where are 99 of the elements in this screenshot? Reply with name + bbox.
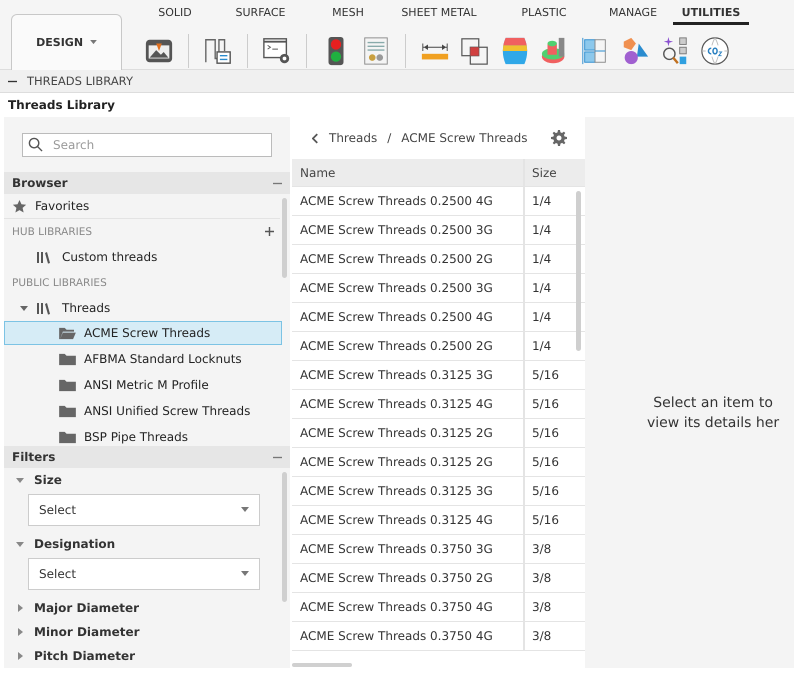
- favorites-item[interactable]: Favorites: [35, 199, 90, 213]
- panel-header-title: THREADS LIBRARY: [27, 74, 133, 88]
- filter-dropdown[interactable]: Select: [28, 494, 260, 526]
- section-title: Filters: [12, 450, 56, 464]
- table-cell-text: 1/4: [531, 251, 552, 268]
- empty-state-message: Select an item to: [653, 394, 773, 412]
- table-cell: ACME Screw Threads 0.2500 4G: [292, 303, 525, 331]
- filter-label: Designation: [34, 537, 116, 551]
- scrollbar[interactable]: [282, 472, 287, 602]
- overlapping-squares-icon[interactable]: [460, 36, 490, 66]
- table-cell: ACME Screw Threads 0.3125 3G: [292, 361, 525, 389]
- table-cell: ACME Screw Threads 0.2500 3G: [292, 216, 525, 244]
- folder-icon: [59, 404, 76, 418]
- table-cell: ACME Screw Threads 0.3750 2G: [292, 564, 525, 592]
- collapsed-caret-icon[interactable]: [16, 652, 24, 660]
- collapsed-caret-icon[interactable]: [16, 628, 24, 636]
- column-header[interactable]: Size: [525, 159, 585, 186]
- settings-icon[interactable]: [551, 130, 567, 146]
- filter-dropdown[interactable]: Select: [28, 558, 260, 590]
- table-cell-text: 3/8: [531, 541, 552, 558]
- filter-label: Size: [34, 473, 62, 487]
- table-cell-text: 5/16: [531, 454, 560, 471]
- dropdown-caret-icon: [241, 507, 249, 513]
- ribbon-tab[interactable]: SOLID: [142, 6, 208, 25]
- table-cell-text: 1/4: [531, 338, 552, 355]
- ribbon-tab[interactable]: UTILITIES: [673, 6, 749, 25]
- folder-item[interactable]: ACME Screw Threads: [4, 321, 282, 345]
- filter-label: Minor Diameter: [34, 625, 140, 639]
- table-cell-text: 5/16: [531, 396, 560, 413]
- library-group-label: HUB LIBRARIES: [12, 226, 92, 238]
- back-chevron-icon[interactable]: [312, 132, 319, 144]
- folder-icon: [59, 352, 76, 366]
- add-icon[interactable]: [265, 227, 274, 236]
- table-cell: ACME Screw Threads 0.3125 3G: [292, 477, 525, 505]
- caret-icon: [90, 40, 97, 46]
- library-icon: [36, 249, 52, 265]
- empty-state-message: view its details her: [647, 414, 780, 432]
- table-cell-text: 1/4: [531, 222, 552, 239]
- table-cell: ACME Screw Threads 0.3125 2G: [292, 419, 525, 447]
- filter-label: Pitch Diameter: [34, 649, 136, 663]
- library-item[interactable]: Custom threads: [62, 250, 158, 264]
- ribbon-tab[interactable]: MESH: [313, 6, 383, 25]
- column-header[interactable]: Name: [292, 159, 525, 186]
- breadcrumb-link[interactable]: Threads: [329, 131, 378, 145]
- table-cell: ACME Screw Threads 0.3125 4G: [292, 390, 525, 418]
- library-icon: [36, 300, 52, 316]
- scrollbar[interactable]: [292, 663, 352, 667]
- search-field[interactable]: Search: [22, 132, 272, 156]
- table-cell-text: 1/4: [531, 309, 552, 326]
- table-cell: ACME Screw Threads 0.2500 2G: [292, 245, 525, 273]
- folder-item[interactable]: ANSI Metric M Profile: [4, 373, 282, 397]
- breadcrumb-separator: /: [387, 131, 392, 145]
- table-cell-text: 3/8: [531, 599, 552, 616]
- table-cell-text: 1/4: [531, 193, 552, 210]
- folder-icon: [59, 430, 76, 444]
- filter-label: Major Diameter: [34, 601, 140, 615]
- table-cell: ACME Screw Threads 0.3125 4G: [292, 506, 525, 534]
- folder-item[interactable]: BSP Pipe Threads: [4, 425, 282, 449]
- layered-shape-icon[interactable]: [500, 36, 530, 66]
- dropdown-caret-icon: [241, 571, 249, 577]
- table-cell-text: 3/8: [531, 570, 552, 587]
- ribbon-tab[interactable]: SURFACE: [208, 6, 313, 25]
- open-folder-icon: [59, 326, 76, 340]
- workspace-dropdown[interactable]: DESIGN: [11, 14, 122, 70]
- ribbon-tab[interactable]: PLASTIC: [495, 6, 593, 25]
- table-cell: ACME Screw Threads 0.3750 3G: [292, 535, 525, 563]
- library-group-label: PUBLIC LIBRARIES: [12, 276, 107, 288]
- globe-co2-icon[interactable]: [700, 36, 730, 66]
- table-cell-text: 1/4: [531, 280, 552, 297]
- search-icon: [28, 136, 43, 152]
- table-cell-text: 5/16: [531, 483, 560, 500]
- script-icon[interactable]: [262, 36, 292, 66]
- table-cell-text: 3/8: [531, 628, 552, 645]
- components-icon[interactable]: [203, 36, 233, 66]
- scrollbar[interactable]: [282, 198, 287, 278]
- table-cell-text: 5/16: [531, 425, 560, 442]
- star-icon: [12, 198, 27, 214]
- ribbon-tab[interactable]: SHEET METAL: [383, 6, 495, 25]
- expanded-caret-icon[interactable]: [16, 540, 24, 548]
- table-cell: ACME Screw Threads 0.3750 4G: [292, 622, 525, 650]
- section-title: Browser: [12, 176, 68, 190]
- collapsed-caret-icon[interactable]: [16, 604, 24, 612]
- table-cell: ACME Screw Threads 0.2500 4G: [292, 187, 525, 215]
- table-cell: ACME Screw Threads 0.3125 2G: [292, 448, 525, 476]
- folder-item[interactable]: AFBMA Standard Locknuts: [4, 347, 282, 371]
- scrollbar[interactable]: [576, 191, 581, 351]
- expanded-caret-icon[interactable]: [20, 304, 28, 312]
- table-cell-text: 5/16: [531, 512, 560, 529]
- table-cell: ACME Screw Threads 0.3750 4G: [292, 593, 525, 621]
- table-cell: ACME Screw Threads 0.2500 3G: [292, 274, 525, 302]
- folder-icon: [59, 378, 76, 392]
- ribbon-tab[interactable]: MANAGE: [593, 6, 673, 25]
- table-cell: ACME Screw Threads 0.2500 2G: [292, 332, 525, 360]
- table-cell-text: 5/16: [531, 367, 560, 384]
- expanded-caret-icon[interactable]: [16, 476, 24, 484]
- library-item[interactable]: Threads: [62, 301, 110, 315]
- dialog-title: Threads Library: [7, 97, 116, 114]
- breadcrumb-link[interactable]: ACME Screw Threads: [401, 131, 528, 145]
- folder-item[interactable]: ANSI Unified Screw Threads: [4, 399, 282, 423]
